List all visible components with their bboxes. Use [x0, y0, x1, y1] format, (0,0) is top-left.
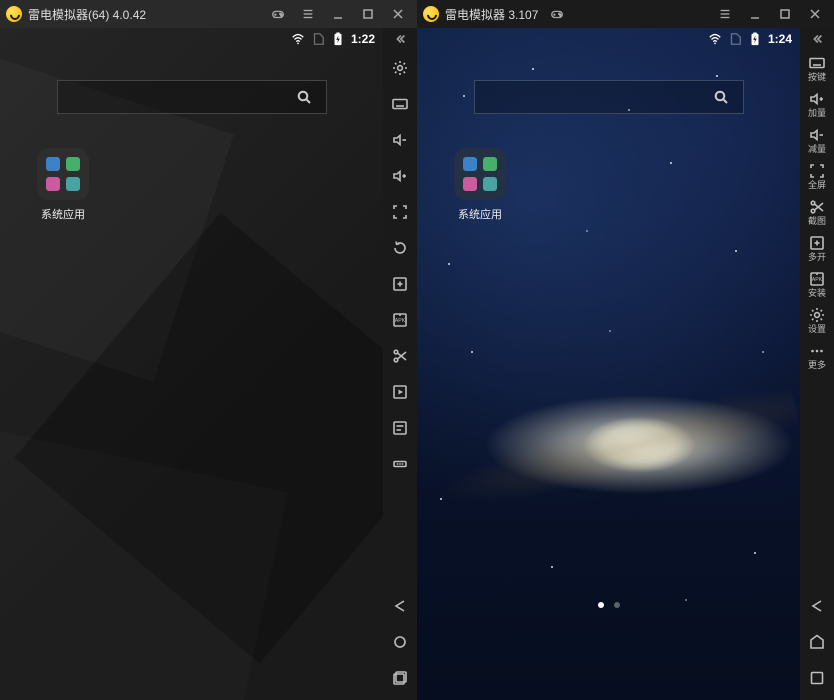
- sidebar-right: 按键 加量 减量 全屏 截图 多开 安装 设置 更多: [800, 28, 834, 700]
- menu-icon[interactable]: [710, 0, 740, 28]
- page-indicator: [417, 602, 800, 608]
- battery-charging-icon: [748, 32, 762, 46]
- page-dot-active: [598, 602, 604, 608]
- app-logo-icon: [423, 6, 439, 22]
- apk-icon[interactable]: 安装: [800, 266, 834, 302]
- volume-down-icon[interactable]: 减量: [800, 122, 834, 158]
- wallpaper: [0, 28, 383, 700]
- collapse-sidebar-button[interactable]: [383, 28, 417, 50]
- scissors-icon[interactable]: 截图: [800, 194, 834, 230]
- emulator-window-left: 雷电模拟器(64) 4.0.42 1:22: [0, 0, 417, 700]
- wifi-icon: [291, 32, 305, 46]
- status-time: 1:22: [351, 32, 375, 46]
- close-button[interactable]: [383, 0, 413, 28]
- minimize-button[interactable]: [323, 0, 353, 28]
- folder-icon: [37, 148, 89, 200]
- window-title: 雷电模拟器(64) 4.0.42: [28, 6, 146, 23]
- folder-icon: [454, 148, 506, 200]
- add-box-icon[interactable]: [383, 266, 417, 302]
- status-time: 1:24: [768, 32, 792, 46]
- menu-icon[interactable]: [293, 0, 323, 28]
- text-box-icon[interactable]: [383, 410, 417, 446]
- app-logo-icon: [6, 6, 22, 22]
- keyboard-icon[interactable]: [383, 86, 417, 122]
- close-button[interactable]: [800, 0, 830, 28]
- recent-icon[interactable]: [800, 660, 834, 696]
- rotate-icon[interactable]: [383, 230, 417, 266]
- device-screen-right[interactable]: 1:24 系统应用: [417, 28, 800, 700]
- volume-up-icon[interactable]: 加量: [800, 86, 834, 122]
- apk-icon[interactable]: [383, 302, 417, 338]
- system-apps-folder[interactable]: 系统应用: [28, 148, 98, 222]
- search-icon: [713, 89, 729, 105]
- back-icon[interactable]: [800, 588, 834, 624]
- recent-icon[interactable]: [383, 660, 417, 696]
- keyboard-icon[interactable]: 按键: [800, 50, 834, 86]
- gear-icon[interactable]: [383, 50, 417, 86]
- window-title: 雷电模拟器 3.107: [445, 6, 538, 23]
- fullscreen-icon[interactable]: 全屏: [800, 158, 834, 194]
- battery-charging-icon: [331, 32, 345, 46]
- search-input[interactable]: [474, 80, 744, 114]
- fullscreen-icon[interactable]: [383, 194, 417, 230]
- back-icon[interactable]: [383, 588, 417, 624]
- folder-label: 系统应用: [28, 206, 98, 222]
- page-dot: [614, 602, 620, 608]
- android-status-bar: 1:22: [0, 28, 383, 50]
- more-icon[interactable]: 更多: [800, 338, 834, 374]
- maximize-button[interactable]: [353, 0, 383, 28]
- maximize-button[interactable]: [770, 0, 800, 28]
- titlebar-left[interactable]: 雷电模拟器(64) 4.0.42: [0, 0, 417, 28]
- search-input[interactable]: [57, 80, 327, 114]
- wallpaper: [417, 28, 800, 700]
- folder-label: 系统应用: [445, 206, 515, 222]
- home-icon[interactable]: [800, 624, 834, 660]
- no-sim-icon: [311, 32, 325, 46]
- gamepad-icon[interactable]: [542, 0, 572, 28]
- volume-down-icon[interactable]: [383, 122, 417, 158]
- emulator-window-right: 雷电模拟器 3.107: [417, 0, 834, 700]
- minimize-button[interactable]: [740, 0, 770, 28]
- gamepad-icon[interactable]: [263, 0, 293, 28]
- add-box-icon[interactable]: 多开: [800, 230, 834, 266]
- wifi-icon: [708, 32, 722, 46]
- device-screen-left[interactable]: 1:22 系统应用: [0, 28, 383, 700]
- volume-up-icon[interactable]: [383, 158, 417, 194]
- search-icon: [296, 89, 312, 105]
- titlebar-right[interactable]: 雷电模拟器 3.107: [417, 0, 834, 28]
- sidebar-left: [383, 28, 417, 700]
- scissors-icon[interactable]: [383, 338, 417, 374]
- gear-icon[interactable]: 设置: [800, 302, 834, 338]
- no-sim-icon: [728, 32, 742, 46]
- more-icon[interactable]: [383, 446, 417, 482]
- android-status-bar: 1:24: [417, 28, 800, 50]
- home-icon[interactable]: [383, 624, 417, 660]
- collapse-sidebar-button[interactable]: [800, 28, 834, 50]
- system-apps-folder[interactable]: 系统应用: [445, 148, 515, 222]
- play-box-icon[interactable]: [383, 374, 417, 410]
